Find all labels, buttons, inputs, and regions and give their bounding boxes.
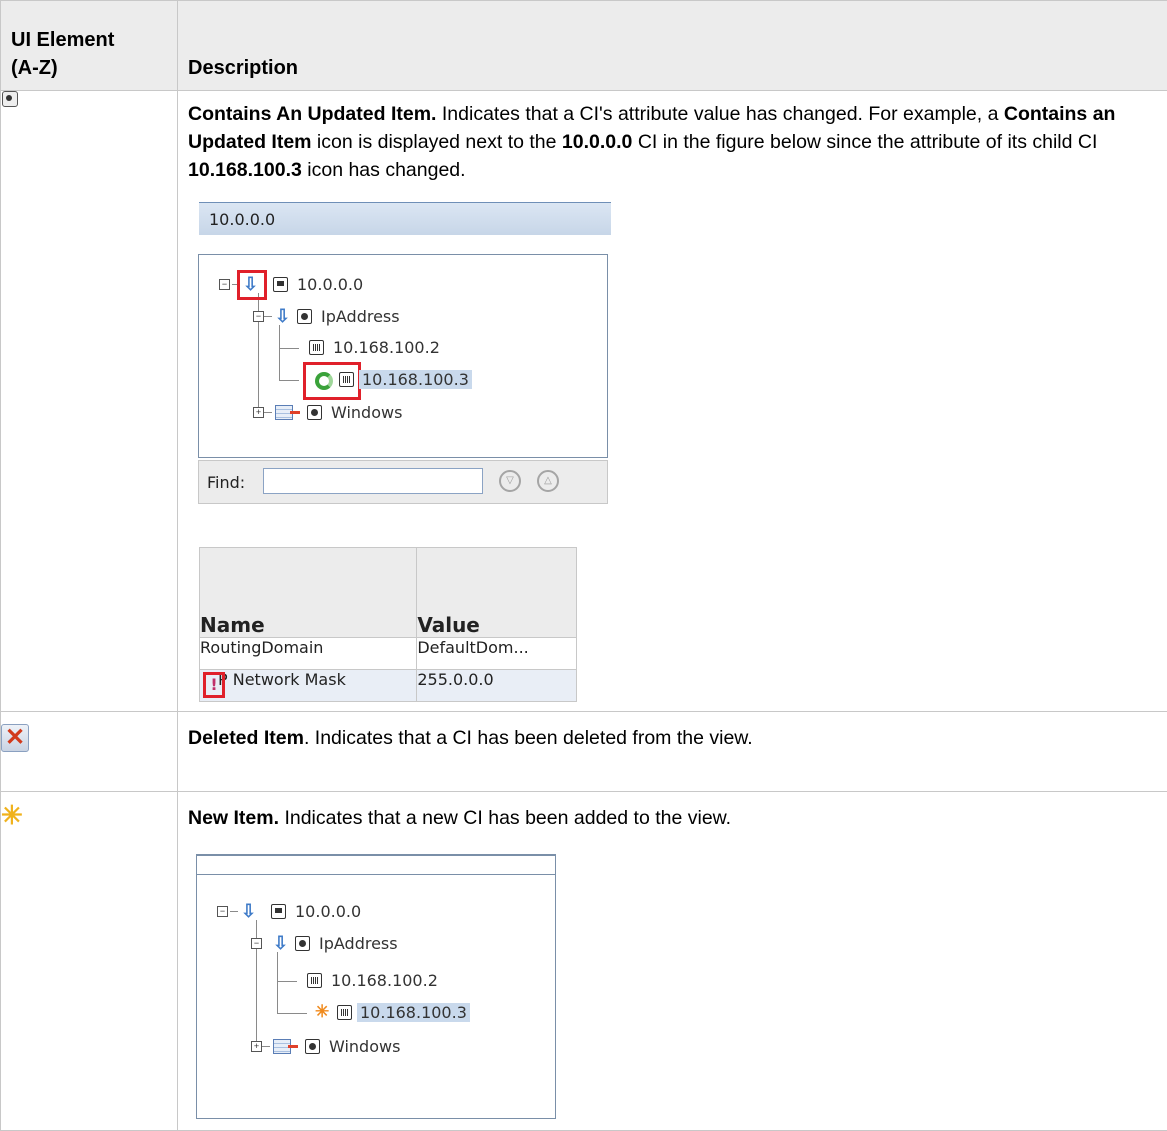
- tree-node-leaf1[interactable]: 10.168.100.2: [333, 338, 440, 357]
- down-arrow-icon: ⇩: [241, 902, 256, 920]
- windows-type-icon: [305, 1039, 320, 1054]
- tree-node-ipaddress[interactable]: IpAddress: [321, 307, 400, 326]
- table-header-row: UI Element (A-Z) Description: [1, 1, 1167, 91]
- network-ci-icon: [271, 904, 286, 919]
- desc-text: Indicates that a new CI has been added t…: [279, 807, 731, 829]
- icon-cell: ✳: [1, 792, 178, 1131]
- prop-name-cell: ! P Network Mask: [200, 670, 417, 702]
- desc-text: Indicates that a CI's attribute value ha…: [436, 103, 1003, 125]
- properties-table: Name Value RoutingDomain DefaultDom... !…: [199, 547, 577, 702]
- table-row[interactable]: ! P Network Mask 255.0.0.0: [200, 670, 577, 702]
- icon-cell: [1, 91, 178, 712]
- header-line1: UI Element: [11, 29, 114, 51]
- desc-text: CI in the figure below since the attribu…: [632, 131, 1097, 153]
- ui-element-table: UI Element (A-Z) Description Contains An …: [0, 0, 1167, 1131]
- prop-value: 255.0.0.0: [417, 670, 577, 702]
- desc-bold: 10.168.100.3: [188, 159, 302, 181]
- deleted-item-icon: ✕: [1, 724, 29, 752]
- view-title-bar: 10.0.0.0: [199, 202, 611, 235]
- screenshot-figure-2: − ⇩ 10.0.0.0 − ⇩ IpAddress 10.168.100.2 …: [196, 854, 556, 1119]
- selected-label: 10.168.100.3: [357, 1003, 470, 1022]
- table-row[interactable]: RoutingDomain DefaultDom...: [200, 638, 577, 670]
- description-text: New Item. Indicates that a new CI has be…: [178, 792, 1167, 832]
- item-title: New Item.: [188, 807, 279, 829]
- find-bar: Find: ▽ △: [198, 460, 608, 504]
- icon-cell: ✕: [1, 712, 178, 792]
- prop-name: P Network Mask: [218, 670, 346, 689]
- collapse-icon[interactable]: −: [219, 279, 230, 290]
- description-text: Deleted Item. Indicates that a CI has be…: [178, 712, 1167, 752]
- collapse-icon[interactable]: −: [217, 906, 228, 917]
- desc-text: . Indicates that a CI has been deleted f…: [304, 727, 753, 749]
- contains-updated-item-icon: [2, 91, 18, 107]
- tree-node-ipaddress[interactable]: IpAddress: [319, 934, 398, 953]
- find-label: Find:: [207, 473, 245, 492]
- column-header-name[interactable]: Name: [200, 548, 417, 638]
- description-text: Contains An Updated Item. Indicates that…: [178, 91, 1167, 184]
- down-arrow-icon: ⇩: [275, 307, 290, 325]
- ip-ci-icon: [337, 1005, 352, 1020]
- column-header-value[interactable]: Value: [417, 548, 577, 638]
- screenshot-figure-1: 10.0.0.0 − ⇩ 10.0.0.0 − ⇩: [196, 202, 616, 674]
- header-line2: (A-Z): [11, 57, 58, 79]
- ci-tree: − ⇩ 10.0.0.0 − ⇩ IpAddress 10.168.100.2 …: [198, 254, 608, 458]
- item-title: Deleted Item: [188, 727, 304, 749]
- tree-node-windows[interactable]: Windows: [329, 1037, 400, 1056]
- view-title: 10.0.0.0: [209, 210, 275, 229]
- tree-node-leaf2[interactable]: 10.168.100.3: [359, 370, 472, 389]
- desc-text: icon has changed.: [302, 159, 466, 181]
- table-row: ✳ New Item. Indicates that a new CI has …: [1, 792, 1167, 1131]
- collapse-icon[interactable]: −: [253, 311, 264, 322]
- table-row: ✕ Deleted Item. Indicates that a CI has …: [1, 712, 1167, 792]
- ip-ci-icon: [309, 340, 324, 355]
- desc-text: icon is displayed next to the: [312, 131, 562, 153]
- new-star-icon: ✳: [315, 1002, 329, 1022]
- desc-bold: 10.0.0.0: [562, 131, 632, 153]
- find-previous-button[interactable]: △: [537, 470, 559, 492]
- selected-label: 10.168.100.3: [359, 370, 472, 389]
- description-cell: New Item. Indicates that a new CI has be…: [178, 792, 1167, 1131]
- description-cell: Contains An Updated Item. Indicates that…: [178, 91, 1167, 712]
- column-header-ui-element: UI Element (A-Z): [1, 1, 178, 91]
- item-title: Contains An Updated Item.: [188, 103, 436, 125]
- new-item-icon: ✳: [1, 802, 23, 828]
- find-next-button[interactable]: ▽: [499, 470, 521, 492]
- ipaddress-ci-icon: [295, 936, 310, 951]
- ipaddress-ci-icon: [297, 309, 312, 324]
- ci-tree: − ⇩ 10.0.0.0 − ⇩ IpAddress 10.168.100.2 …: [196, 854, 556, 1119]
- table-row: Contains An Updated Item. Indicates that…: [1, 91, 1167, 712]
- header-description: Description: [178, 54, 1167, 90]
- column-header-description: Description: [178, 1, 1167, 91]
- windows-type-icon: [307, 405, 322, 420]
- windows-ci-icon: [273, 1039, 291, 1054]
- expand-icon[interactable]: +: [253, 407, 264, 418]
- tree-node-windows[interactable]: Windows: [331, 403, 402, 422]
- down-arrow-icon: ⇩: [273, 934, 288, 952]
- ip-ci-icon: [307, 973, 322, 988]
- description-cell: Deleted Item. Indicates that a CI has be…: [178, 712, 1167, 792]
- expand-icon[interactable]: +: [251, 1041, 262, 1052]
- collapse-icon[interactable]: −: [251, 938, 262, 949]
- ip-ci-icon: [339, 372, 354, 387]
- tree-node-leaf1[interactable]: 10.168.100.2: [331, 971, 438, 990]
- prop-value: DefaultDom...: [417, 638, 577, 670]
- tree-node-root[interactable]: 10.0.0.0: [295, 902, 361, 921]
- prop-name: RoutingDomain: [200, 638, 417, 670]
- tree-node-leaf2[interactable]: 10.168.100.3: [357, 1003, 470, 1022]
- network-ci-icon: [273, 277, 288, 292]
- windows-ci-icon: [275, 405, 293, 420]
- changed-attribute-icon: !: [203, 672, 225, 698]
- tree-node-root[interactable]: 10.0.0.0: [297, 275, 363, 294]
- highlight-box: [237, 270, 267, 300]
- find-input[interactable]: [263, 468, 483, 494]
